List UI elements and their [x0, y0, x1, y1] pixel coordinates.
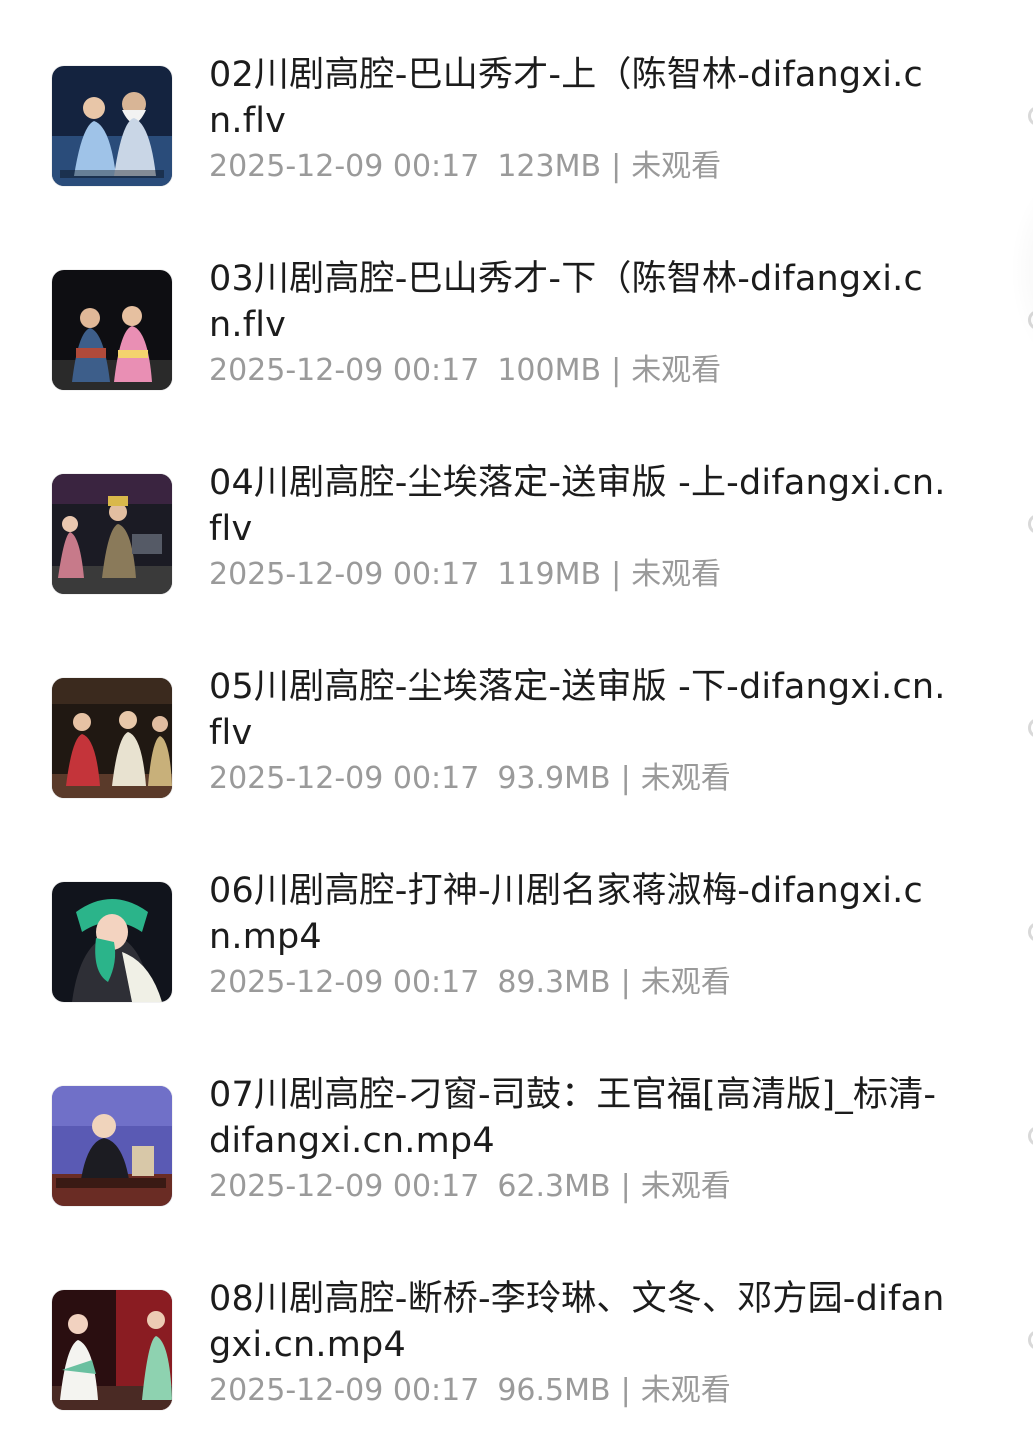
file-date: 2025-12-09 00:17 [209, 1169, 480, 1204]
file-meta: 2025-12-09 00:17 89.3MB | 未观看 [209, 960, 731, 1006]
file-date: 2025-12-09 00:17 [209, 557, 480, 592]
meta-separator: | [611, 149, 622, 184]
opera-stage-thumbnail-icon [52, 882, 172, 1002]
watch-status: 未观看 [631, 353, 722, 388]
video-thumbnail[interactable] [52, 1290, 172, 1410]
list-item[interactable]: 03川剧高腔-巴山秀才-下（陈智林-difangxi.cn.flv 2025-1… [0, 256, 1033, 436]
file-date: 2025-12-09 00:17 [209, 761, 480, 796]
video-file-list: 02川剧高腔-巴山秀才-上（陈智林-difangxi.cn.flv 2025-1… [0, 0, 1033, 1433]
meta-separator: | [611, 557, 622, 592]
file-meta: 2025-12-09 00:17 100MB | 未观看 [209, 348, 721, 394]
video-thumbnail[interactable] [52, 474, 172, 594]
watch-status: 未观看 [640, 1169, 731, 1204]
list-item[interactable]: 02川剧高腔-巴山秀才-上（陈智林-difangxi.cn.flv 2025-1… [0, 52, 1033, 232]
file-title: 03川剧高腔-巴山秀才-下（陈智林-difangxi.cn.flv [209, 259, 923, 345]
file-date: 2025-12-09 00:17 [209, 1373, 480, 1408]
opera-stage-thumbnail-icon [52, 270, 172, 390]
opera-stage-thumbnail-icon [52, 1290, 172, 1410]
list-item[interactable]: 08川剧高腔-断桥-李玲琳、文冬、邓方园-difangxi.cn.mp4 202… [0, 1276, 1033, 1456]
watch-status: 未观看 [640, 761, 731, 796]
file-size: 89.3MB [497, 965, 611, 1000]
watch-status: 未观看 [640, 965, 731, 1000]
video-thumbnail[interactable] [52, 678, 172, 798]
opera-stage-thumbnail-icon [52, 678, 172, 798]
meta-separator: | [611, 353, 622, 388]
file-title: 07川剧高腔-刁窗-司鼓：王官福[高清版]_标清-difangxi.cn.mp4 [209, 1075, 937, 1161]
file-title: 05川剧高腔-尘埃落定-送审版 -下-difangxi.cn.flv [209, 667, 946, 753]
opera-stage-thumbnail-icon [52, 1086, 172, 1206]
select-radio[interactable] [1028, 718, 1033, 738]
select-radio[interactable] [1028, 1126, 1033, 1146]
watch-status: 未观看 [631, 149, 722, 184]
file-size: 62.3MB [497, 1169, 611, 1204]
list-item[interactable]: 05川剧高腔-尘埃落定-送审版 -下-difangxi.cn.flv 2025-… [0, 664, 1033, 844]
meta-separator: | [620, 761, 631, 796]
list-item[interactable]: 04川剧高腔-尘埃落定-送审版 -上-difangxi.cn.flv 2025-… [0, 460, 1033, 640]
file-date: 2025-12-09 00:17 [209, 149, 480, 184]
scroll-edge-shadow [1010, 170, 1033, 370]
list-item[interactable]: 07川剧高腔-刁窗-司鼓：王官福[高清版]_标清-difangxi.cn.mp4… [0, 1072, 1033, 1252]
file-meta: 2025-12-09 00:17 62.3MB | 未观看 [209, 1164, 731, 1210]
file-title: 06川剧高腔-打神-川剧名家蒋淑梅-difangxi.cn.mp4 [209, 871, 923, 957]
file-date: 2025-12-09 00:17 [209, 353, 480, 388]
file-size: 100MB [497, 353, 602, 388]
opera-stage-thumbnail-icon [52, 474, 172, 594]
video-thumbnail[interactable] [52, 66, 172, 186]
file-date: 2025-12-09 00:17 [209, 965, 480, 1000]
video-thumbnail[interactable] [52, 1086, 172, 1206]
meta-separator: | [620, 965, 631, 1000]
watch-status: 未观看 [631, 557, 722, 592]
file-title: 08川剧高腔-断桥-李玲琳、文冬、邓方园-difangxi.cn.mp4 [209, 1279, 945, 1365]
video-thumbnail[interactable] [52, 270, 172, 390]
file-size: 96.5MB [497, 1373, 611, 1408]
file-size: 119MB [497, 557, 602, 592]
file-size: 93.9MB [497, 761, 611, 796]
file-title: 04川剧高腔-尘埃落定-送审版 -上-difangxi.cn.flv [209, 463, 946, 549]
meta-separator: | [620, 1373, 631, 1408]
file-size: 123MB [497, 149, 602, 184]
opera-stage-thumbnail-icon [52, 66, 172, 186]
file-meta: 2025-12-09 00:17 119MB | 未观看 [209, 552, 721, 598]
meta-separator: | [620, 1169, 631, 1204]
video-thumbnail[interactable] [52, 882, 172, 1002]
file-meta: 2025-12-09 00:17 93.9MB | 未观看 [209, 756, 731, 802]
file-title: 02川剧高腔-巴山秀才-上（陈智林-difangxi.cn.flv [209, 55, 923, 141]
file-meta: 2025-12-09 00:17 123MB | 未观看 [209, 144, 721, 190]
select-radio[interactable] [1028, 922, 1033, 942]
select-radio[interactable] [1028, 1330, 1033, 1350]
watch-status: 未观看 [640, 1373, 731, 1408]
file-meta: 2025-12-09 00:17 96.5MB | 未观看 [209, 1368, 731, 1414]
list-item[interactable]: 06川剧高腔-打神-川剧名家蒋淑梅-difangxi.cn.mp4 2025-1… [0, 868, 1033, 1048]
select-radio[interactable] [1028, 514, 1033, 534]
select-radio[interactable] [1028, 106, 1033, 126]
